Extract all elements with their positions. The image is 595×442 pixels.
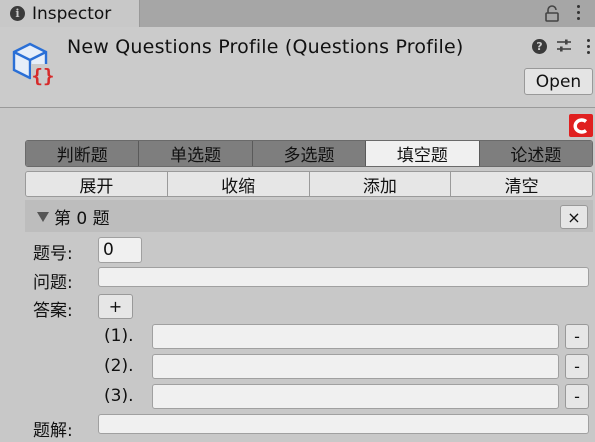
- answer-index-2: (2).: [104, 356, 134, 376]
- tab-true-false[interactable]: 判断题: [26, 141, 140, 166]
- lock-icon[interactable]: [544, 5, 560, 22]
- tab-menu-icon[interactable]: [575, 5, 581, 20]
- asset-title: New Questions Profile (Questions Profile…: [67, 36, 464, 58]
- answer-index-3: (3).: [104, 386, 134, 406]
- inspector-header: {} New Questions Profile (Questions Prof…: [0, 27, 595, 108]
- add-answer-button[interactable]: +: [98, 294, 133, 319]
- collapse-button[interactable]: 收缩: [167, 172, 310, 196]
- add-button[interactable]: 添加: [309, 172, 452, 196]
- remove-answer-button-1[interactable]: -: [565, 324, 589, 349]
- open-button[interactable]: Open: [524, 68, 593, 95]
- question-title[interactable]: 第 0 题: [37, 204, 110, 229]
- number-label: 题号:: [33, 244, 73, 264]
- svg-text:{}: {}: [32, 65, 55, 87]
- remove-answer-button-2[interactable]: -: [565, 354, 589, 379]
- remove-question-button[interactable]: ×: [560, 205, 588, 229]
- question-label: 问题:: [33, 273, 73, 293]
- plugin-logo-icon: [569, 114, 593, 137]
- answer-field-1[interactable]: [152, 324, 559, 349]
- tab-fill-in-blank[interactable]: 填空题: [366, 141, 480, 166]
- answer-field-2[interactable]: [152, 354, 559, 379]
- header-menu-icon[interactable]: [585, 39, 591, 54]
- presets-icon[interactable]: [556, 38, 572, 54]
- solution-label: 题解:: [33, 421, 73, 441]
- info-icon: i: [10, 6, 25, 21]
- number-field[interactable]: 0: [98, 237, 142, 263]
- question-title-label: 第 0 题: [54, 209, 110, 229]
- answer-field-3[interactable]: [152, 384, 559, 409]
- tab-essay[interactable]: 论述题: [479, 141, 592, 166]
- help-icon[interactable]: ?: [532, 39, 547, 54]
- clear-button[interactable]: 清空: [451, 172, 592, 196]
- solution-field[interactable]: [98, 414, 589, 434]
- tab-bar: i Inspector: [0, 0, 595, 27]
- question-field[interactable]: [98, 267, 589, 287]
- foldout-arrow-icon[interactable]: [37, 211, 49, 222]
- tab-inspector[interactable]: i Inspector: [0, 0, 140, 27]
- script-asset-icon: {}: [12, 42, 55, 87]
- remove-answer-button-3[interactable]: -: [565, 384, 589, 409]
- question-type-tabs: 判断题 单选题 多选题 填空题 论述题: [25, 140, 593, 167]
- tab-single-choice[interactable]: 单选题: [139, 141, 253, 166]
- expand-button[interactable]: 展开: [26, 172, 168, 196]
- tab-multiple-choice[interactable]: 多选题: [252, 141, 367, 166]
- answer-label: 答案:: [33, 301, 73, 321]
- question-foldout[interactable]: 第 0 题 ×: [25, 200, 593, 232]
- action-bar: 展开 收缩 添加 清空: [25, 171, 593, 197]
- tab-inspector-label: Inspector: [32, 3, 112, 24]
- answer-index-1: (1).: [104, 326, 134, 346]
